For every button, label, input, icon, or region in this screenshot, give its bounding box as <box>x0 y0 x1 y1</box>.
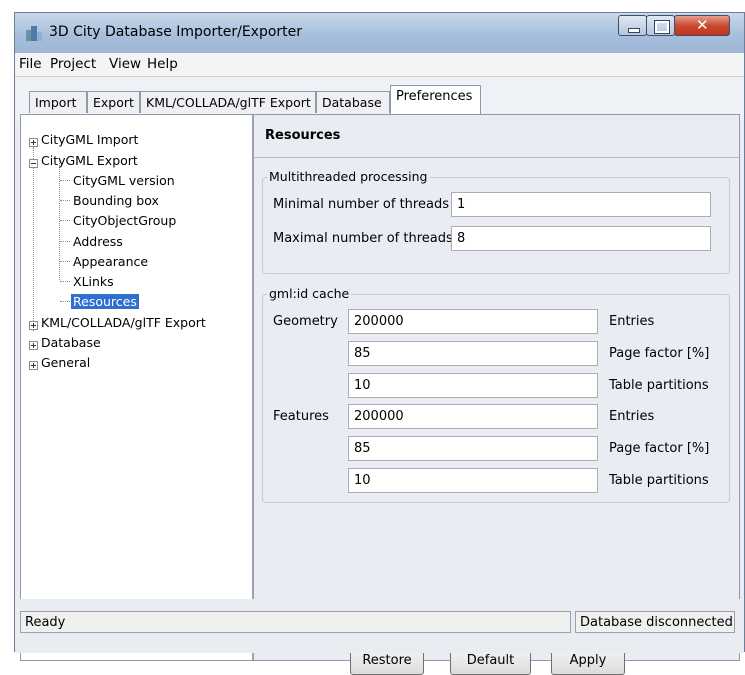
features-partitions-input[interactable]: 10 <box>348 468 598 493</box>
tree-item-appearance[interactable]: Appearance <box>73 254 148 269</box>
partitions-unit-label: Table partitions <box>609 378 709 393</box>
expand-icon[interactable] <box>29 361 38 370</box>
close-icon: ✕ <box>696 16 709 34</box>
tab-import[interactable]: Import <box>29 91 87 113</box>
tab-export[interactable]: Export <box>87 91 140 113</box>
tree-item-address[interactable]: Address <box>73 234 123 249</box>
features-entries-input[interactable]: 200000 <box>348 404 598 429</box>
cache-group-title: gml:id cache <box>267 286 352 301</box>
tab-database[interactable]: Database <box>316 91 390 113</box>
window-title: 3D City Database Importer/Exporter <box>49 24 303 40</box>
max-threads-label: Maximal number of threads <box>273 231 453 246</box>
panel-title: Resources <box>265 128 341 143</box>
threads-group: Multithreaded processing Minimal number … <box>262 169 730 274</box>
tree-item-citygml-version[interactable]: CityGML version <box>73 173 175 188</box>
min-threads-input[interactable]: 1 <box>451 192 711 217</box>
gmlid-cache-group: gml:id cache Geometry 200000 Entries 85 … <box>262 286 730 503</box>
resources-panel: Resources Multithreaded processing Minim… <box>254 115 739 675</box>
collapse-icon[interactable] <box>29 159 38 168</box>
tree-item-bounding-box[interactable]: Bounding box <box>73 193 159 208</box>
expand-icon[interactable] <box>29 341 38 350</box>
menu-bar: File Project View Help <box>15 53 744 77</box>
page-factor-unit-label: Page factor [%] <box>609 346 710 361</box>
minimize-icon <box>628 28 640 33</box>
minimize-button[interactable] <box>618 15 647 36</box>
page-factor-unit-label: Page factor [%] <box>609 441 710 456</box>
expand-icon[interactable] <box>29 321 38 330</box>
min-threads-label: Minimal number of threads <box>273 197 449 212</box>
maximize-button[interactable] <box>646 15 675 36</box>
tab-preferences[interactable]: Preferences <box>390 85 481 114</box>
preferences-tree: CityGML Import CityGML Export CityGML ve… <box>21 115 252 660</box>
panel-header: Resources <box>254 115 739 158</box>
title-bar[interactable]: 3D City Database Importer/Exporter ✕ <box>15 13 744 53</box>
app-icon <box>26 26 42 41</box>
status-bar: Ready Database disconnected <box>15 599 744 653</box>
geometry-page-factor-input[interactable]: 85 <box>348 341 598 366</box>
geometry-partitions-input[interactable]: 10 <box>348 373 598 398</box>
close-button[interactable]: ✕ <box>674 15 730 36</box>
database-status: Database disconnected <box>575 611 735 633</box>
menu-project[interactable]: Project <box>50 56 96 72</box>
tab-strip: Import Export KML/COLLADA/glTF Export Da… <box>15 77 744 675</box>
partitions-unit-label: Table partitions <box>609 473 709 488</box>
tree-item-citygml-export[interactable]: CityGML Export <box>41 153 138 168</box>
maximize-icon <box>654 20 670 34</box>
tree-item-database[interactable]: Database <box>41 335 101 350</box>
features-label: Features <box>273 409 329 424</box>
tree-item-resources[interactable]: Resources <box>71 294 139 309</box>
expand-icon[interactable] <box>29 138 38 147</box>
app-window: 3D City Database Importer/Exporter ✕ Fil… <box>14 12 745 675</box>
tree-item-cityobjectgroup[interactable]: CityObjectGroup <box>73 213 176 228</box>
entries-unit-label: Entries <box>609 314 655 329</box>
menu-view[interactable]: View <box>109 56 141 72</box>
tree-item-general[interactable]: General <box>41 355 90 370</box>
max-threads-input[interactable]: 8 <box>451 226 711 251</box>
menu-file[interactable]: File <box>19 56 42 72</box>
tree-item-xlinks[interactable]: XLinks <box>73 274 114 289</box>
tab-kml-export[interactable]: KML/COLLADA/glTF Export <box>140 91 316 113</box>
threads-group-title: Multithreaded processing <box>267 169 430 184</box>
menu-help[interactable]: Help <box>147 56 178 72</box>
geometry-entries-input[interactable]: 200000 <box>348 309 598 334</box>
tree-item-kml-export[interactable]: KML/COLLADA/glTF Export <box>41 315 206 330</box>
features-page-factor-input[interactable]: 85 <box>348 436 598 461</box>
preferences-content: CityGML Import CityGML Export CityGML ve… <box>20 114 740 675</box>
geometry-label: Geometry <box>273 314 338 329</box>
entries-unit-label: Entries <box>609 409 655 424</box>
status-text: Ready <box>20 611 571 633</box>
tree-item-citygml-import[interactable]: CityGML Import <box>41 132 138 147</box>
